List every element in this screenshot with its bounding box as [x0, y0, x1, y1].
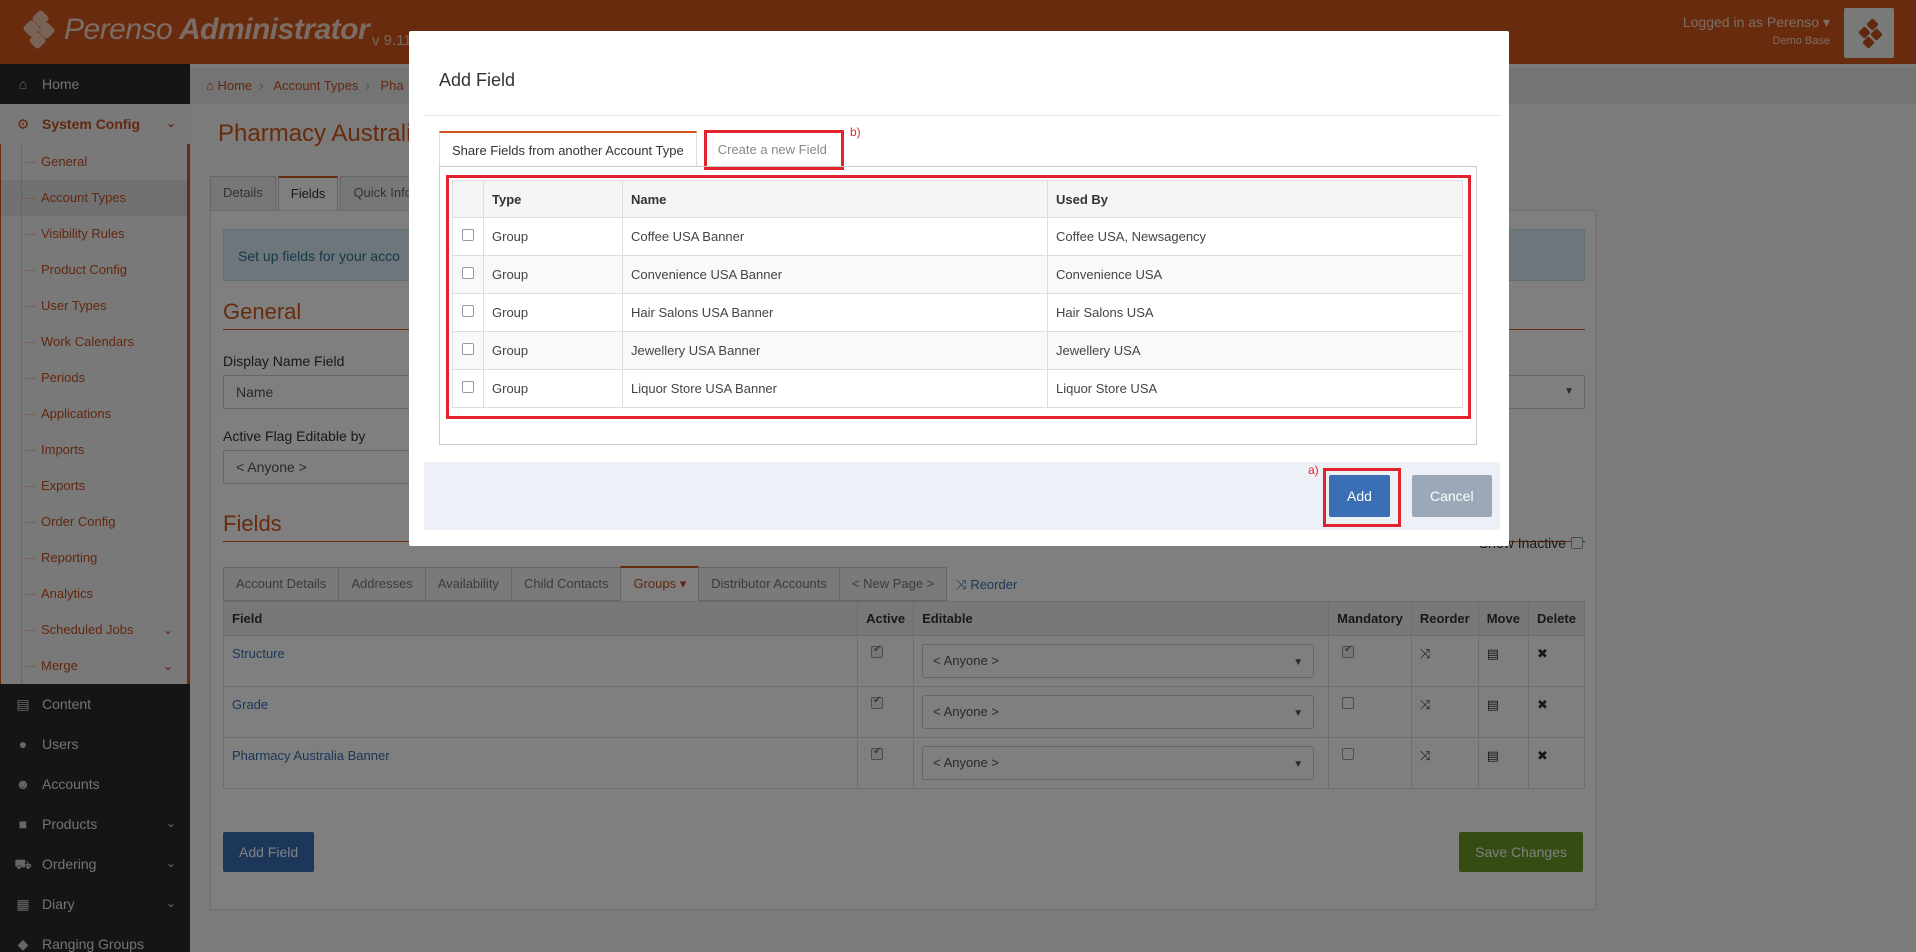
divider: [424, 115, 1500, 116]
cancel-button[interactable]: Cancel: [1412, 475, 1492, 517]
add-field-modal: Add Field Share Fields from another Acco…: [409, 31, 1509, 546]
modal-title: Add Field: [439, 70, 516, 90]
annotation-label-b: b): [850, 125, 861, 139]
annotation-box-a: [1323, 468, 1401, 527]
annotation-box-b: [704, 130, 844, 170]
tab-share-fields[interactable]: Share Fields from another Account Type: [439, 131, 697, 167]
annotation-label-a: a): [1308, 463, 1319, 477]
annotation-box-table: [446, 175, 1471, 419]
